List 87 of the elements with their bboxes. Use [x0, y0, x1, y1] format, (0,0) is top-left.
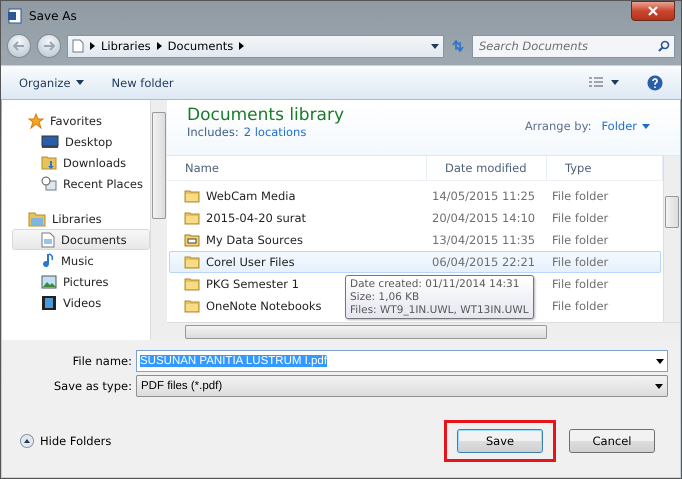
sidebar-item[interactable]: Recent Places — [12, 173, 150, 194]
close-icon — [648, 6, 658, 16]
download-folder-icon — [41, 154, 57, 170]
sidebar-item[interactable]: Desktop — [12, 131, 150, 152]
search-input[interactable]: Search Documents — [477, 38, 658, 54]
document-icon — [72, 39, 84, 53]
file-type-value: PDF files (*.pdf) — [141, 380, 222, 392]
arrange-dropdown[interactable]: Folder — [591, 119, 650, 133]
back-arrow-icon — [13, 41, 25, 51]
close-button[interactable] — [631, 1, 675, 21]
folder-icon — [28, 210, 46, 226]
caret-icon — [642, 124, 650, 128]
folder-icon — [184, 255, 200, 269]
caret-icon[interactable] — [611, 80, 619, 85]
tooltip-line: Size: 1,06 KB — [350, 291, 420, 303]
file-type-dropdown[interactable]: PDF files (*.pdf) — [136, 375, 668, 397]
back-button[interactable] — [7, 34, 31, 58]
address-bar[interactable]: Libraries Documents — [67, 34, 444, 58]
sidebar-item[interactable]: Pictures — [12, 271, 150, 292]
caret-icon — [76, 80, 84, 85]
database-folder-icon — [184, 233, 200, 247]
breadcrumb[interactable]: Documents — [168, 39, 234, 53]
locations-link[interactable]: 2 locations — [244, 125, 306, 139]
picture-icon — [41, 274, 57, 288]
view-list-icon[interactable] — [589, 77, 603, 88]
type-cell-text: File folder — [551, 277, 610, 291]
type-cell-text: File folder — [551, 189, 610, 203]
dropdown-arrow-icon[interactable] — [431, 44, 439, 48]
file-name-label: File name: — [72, 354, 132, 368]
collapse-icon — [20, 434, 34, 448]
forward-arrow-icon — [43, 41, 55, 51]
chevron-right-icon — [156, 42, 162, 50]
file-name-value: SUSUNAN PANITIA LUSTRUM I.pdf — [140, 355, 328, 367]
date-cell-text: 20/04/2015 14:10 — [431, 211, 536, 225]
library-title: Documents library — [187, 105, 344, 125]
hide-folders-button[interactable]: Hide Folders — [20, 434, 112, 448]
new-folder-button[interactable]: New folder — [112, 76, 174, 90]
file-type-label: Save as type: — [52, 379, 132, 393]
sidebar-group[interactable]: Libraries — [2, 208, 150, 229]
window-title: Save As — [29, 9, 77, 23]
dialog-button[interactable]: Cancel — [569, 429, 655, 453]
chevron-right-icon — [90, 42, 95, 50]
folder-icon — [184, 277, 200, 291]
sidebar-item[interactable]: Downloads — [12, 152, 150, 173]
star-icon — [28, 112, 44, 128]
help-icon[interactable] — [647, 74, 663, 90]
sidebar-item[interactable]: Music — [12, 250, 150, 271]
sidebar-item[interactable]: Videos — [12, 292, 150, 313]
document-icon — [41, 232, 55, 248]
arrange-label: Arrange by: — [524, 119, 592, 133]
type-cell-text: File folder — [551, 233, 610, 247]
date-cell-text: 14/05/2015 11:25 — [431, 189, 536, 203]
sidebar-item[interactable]: Documents — [12, 229, 150, 250]
film-icon — [41, 294, 57, 310]
dropdown-arrow-icon — [655, 384, 663, 388]
file-name[interactable]: WebCam Media — [170, 187, 430, 205]
date-cell-text: 06/04/2015 22:21 — [431, 255, 536, 269]
chevron-right-icon — [239, 42, 244, 50]
sidebar-group[interactable]: Favorites — [2, 110, 150, 131]
type-cell-text: File folder — [551, 299, 610, 313]
search-icon — [658, 40, 670, 52]
refresh-icon[interactable] — [450, 39, 466, 53]
scrollbar[interactable] — [663, 156, 680, 322]
file-name[interactable]: 2015-04-20 surat — [170, 209, 430, 227]
tooltip-line: Date created: 01/11/2014 14:31 — [350, 278, 520, 290]
folder-icon — [184, 211, 200, 225]
includes-label: Includes: — [187, 125, 239, 139]
dialog-button[interactable]: Save — [457, 429, 543, 453]
type-cell-text: File folder — [551, 211, 610, 225]
tooltip-line: Files: WT9_1IN.UWL, WT13IN.UWL — [350, 304, 529, 316]
forward-button[interactable] — [37, 34, 61, 58]
date-cell-text: 13/04/2015 11:35 — [431, 233, 536, 247]
scrollbar[interactable] — [150, 100, 167, 340]
folder-icon — [184, 189, 200, 203]
monitor-icon — [41, 134, 59, 148]
search-field[interactable]: Search Documents — [472, 34, 675, 58]
recent-places-icon — [41, 176, 57, 192]
dropdown-arrow-icon — [656, 358, 664, 364]
type-cell-text: File folder — [551, 255, 610, 269]
music-note-icon — [41, 252, 55, 268]
word-document-icon — [7, 8, 23, 24]
breadcrumb[interactable]: Libraries — [101, 39, 151, 53]
organize-menu[interactable]: Organize — [19, 76, 84, 90]
file-name[interactable]: Corel User Files — [170, 253, 430, 271]
file-name[interactable]: My Data Sources — [170, 231, 430, 249]
horizontal-scrollbar[interactable] — [167, 322, 680, 340]
folder-icon — [184, 299, 200, 313]
